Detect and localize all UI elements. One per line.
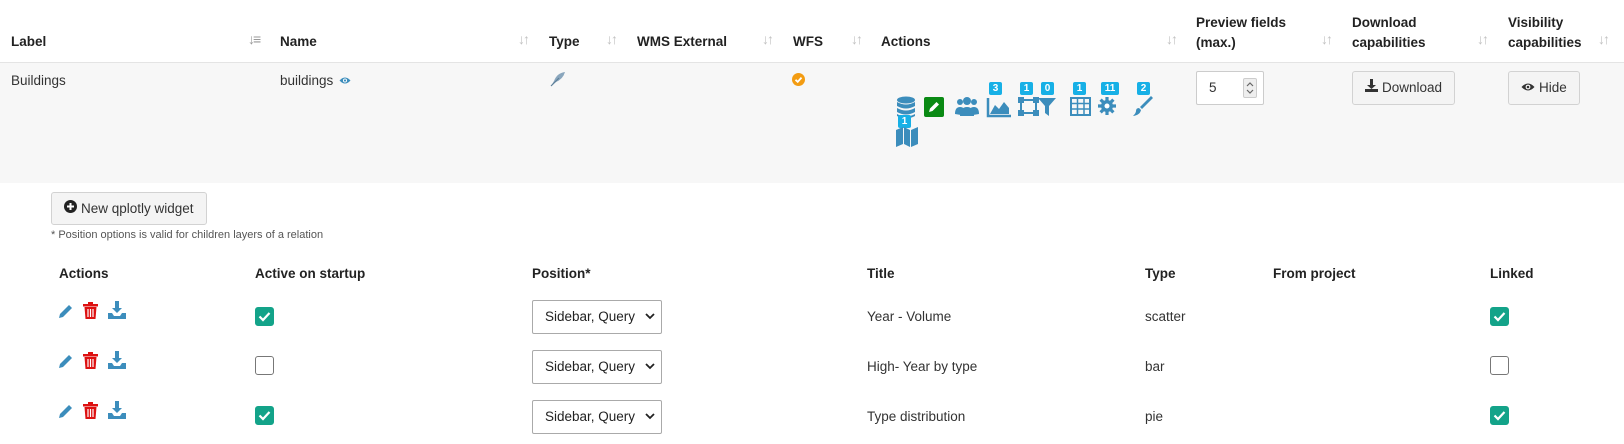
area-chart-icon[interactable]: [986, 96, 1012, 121]
plus-circle-icon: [64, 194, 77, 224]
position-select[interactable]: Sidebar, Query: [532, 400, 662, 434]
widget-title: Type distribution: [867, 409, 966, 424]
position-select-value: Sidebar, Query: [545, 409, 636, 424]
layer-label: Buildings: [11, 73, 66, 88]
preview-fields-value: 5: [1209, 80, 1217, 95]
sort-icon[interactable]: ↓↑: [762, 31, 774, 47]
header-download-line1: Download: [1352, 15, 1417, 30]
header-title: Title: [867, 266, 895, 281]
eye-icon: [1521, 73, 1535, 103]
new-qplotly-widget-label: New qplotly widget: [81, 200, 194, 216]
layer-name: buildings: [280, 71, 351, 91]
position-select-value: Sidebar, Query: [545, 359, 636, 374]
header-type[interactable]: Type: [549, 32, 580, 52]
sort-icon[interactable]: ↓≡: [248, 31, 261, 47]
eye-icon[interactable]: [339, 71, 351, 91]
widget-type: scatter: [1145, 309, 1186, 324]
header-visibility-capabilities[interactable]: Visibility capabilities: [1508, 13, 1582, 53]
chevron-down-icon: [645, 401, 655, 444]
new-qplotly-widget-button[interactable]: New qplotly widget: [51, 192, 207, 225]
map-icon[interactable]: [896, 126, 918, 151]
header-linked: Linked: [1490, 266, 1534, 281]
users-icon[interactable]: [955, 96, 979, 121]
header-visibility-line2: capabilities: [1508, 35, 1582, 50]
download-button[interactable]: Download: [1352, 71, 1456, 105]
position-select[interactable]: Sidebar, Query: [532, 300, 662, 334]
editing-badge: 1: [1020, 82, 1033, 95]
header-from-project: From project: [1273, 266, 1356, 281]
header-preview-fields-line1: Preview fields: [1196, 15, 1287, 30]
header-label[interactable]: Label: [11, 32, 46, 52]
pencil-icon[interactable]: [58, 353, 74, 372]
linked-checkbox[interactable]: [1490, 307, 1509, 326]
preview-fields-input[interactable]: 5: [1196, 71, 1264, 105]
sort-icon[interactable]: ↓↑: [1321, 31, 1333, 47]
active-checkbox[interactable]: [255, 307, 274, 326]
active-checkbox[interactable]: [255, 356, 274, 375]
header-position: Position*: [532, 266, 591, 281]
wfs-check-icon: [792, 73, 805, 89]
position-select-value: Sidebar, Query: [545, 309, 636, 324]
filter-icon[interactable]: [1038, 97, 1056, 120]
vector-feather-icon: [549, 70, 567, 91]
spinner-arrows-icon[interactable]: [1243, 78, 1257, 98]
download-icon[interactable]: [108, 401, 126, 422]
table-icon[interactable]: [1070, 97, 1091, 119]
linked-checkbox[interactable]: [1490, 356, 1509, 375]
trash-icon[interactable]: [83, 402, 98, 422]
sort-icon[interactable]: ↓↑: [851, 31, 863, 47]
layer-name-text: buildings: [280, 73, 334, 88]
widget-type: pie: [1145, 409, 1164, 424]
download-icon[interactable]: [108, 351, 126, 372]
trash-icon[interactable]: [83, 302, 98, 322]
settings-badge: 11: [1101, 82, 1119, 95]
pencil-icon[interactable]: [58, 303, 74, 322]
table-badge: 1: [1073, 82, 1086, 95]
widget-title: High- Year by type: [867, 359, 978, 374]
header-download-capabilities[interactable]: Download capabilities: [1352, 13, 1426, 53]
plots-badge: 3: [989, 82, 1002, 95]
active-checkbox[interactable]: [255, 406, 274, 425]
header-actions[interactable]: Actions: [881, 32, 931, 52]
header-wms-external[interactable]: WMS External: [637, 32, 727, 52]
header-name[interactable]: Name: [280, 32, 317, 52]
sort-icon[interactable]: ↓↑: [518, 31, 530, 47]
paint-brush-icon[interactable]: [1131, 95, 1153, 120]
header-actions: Actions: [59, 266, 109, 281]
sort-icon[interactable]: ↓↑: [1166, 31, 1178, 47]
edit-layer-icon[interactable]: [924, 97, 944, 117]
position-note: * Position options is valid for children…: [51, 229, 324, 241]
sort-icon[interactable]: ↓↑: [606, 31, 618, 47]
hide-label: Hide: [1539, 80, 1567, 95]
download-icon: [1365, 73, 1378, 103]
header-visibility-line1: Visibility: [1508, 15, 1564, 30]
hide-button[interactable]: Hide: [1508, 71, 1580, 105]
filter-badge: 0: [1041, 82, 1054, 95]
style-badge: 2: [1137, 82, 1150, 95]
header-wfs[interactable]: WFS: [793, 32, 823, 52]
chevron-down-icon: [645, 301, 655, 345]
gear-icon[interactable]: [1098, 97, 1116, 118]
position-select[interactable]: Sidebar, Query: [532, 350, 662, 384]
linked-checkbox[interactable]: [1490, 406, 1509, 425]
header-type: Type: [1145, 266, 1176, 281]
header-preview-fields-line2: (max.): [1196, 35, 1236, 50]
widget-title: Year - Volume: [867, 309, 952, 324]
download-label: Download: [1382, 80, 1443, 95]
sort-icon[interactable]: ↓↑: [1477, 31, 1489, 47]
download-icon[interactable]: [108, 301, 126, 322]
header-download-line2: capabilities: [1352, 35, 1426, 50]
widget-type: bar: [1145, 359, 1165, 374]
pencil-icon[interactable]: [58, 403, 74, 422]
header-preview-fields[interactable]: Preview fields (max.): [1196, 13, 1286, 53]
header-active-on-startup: Active on startup: [255, 266, 366, 281]
trash-icon[interactable]: [83, 352, 98, 372]
chevron-down-icon: [645, 351, 655, 395]
sort-icon[interactable]: ↓↑: [1598, 31, 1610, 47]
